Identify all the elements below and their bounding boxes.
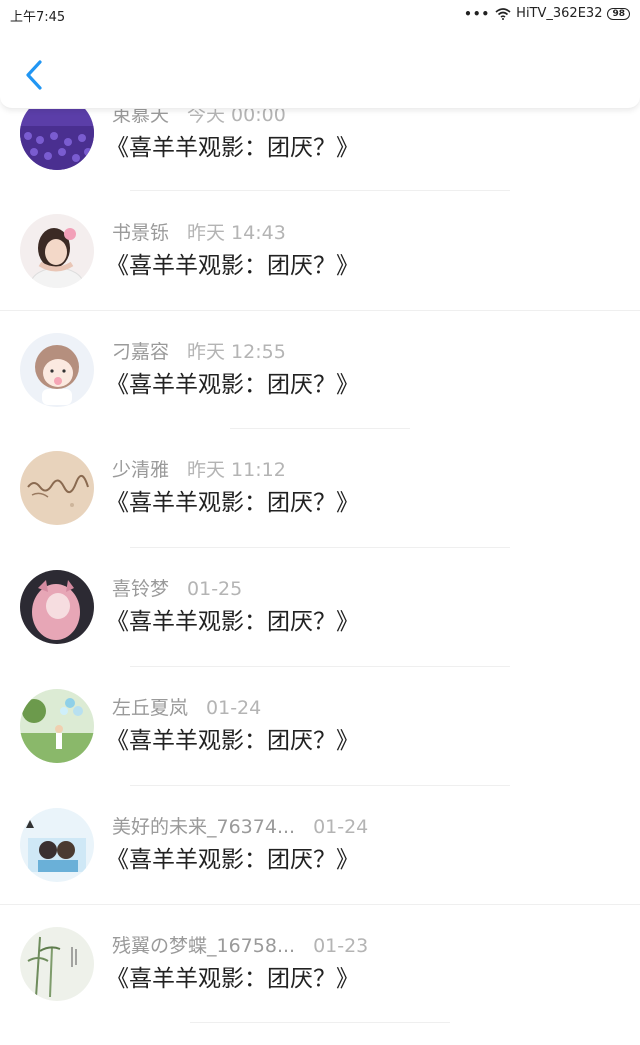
message-text[interactable]: 《喜羊羊观影：团厌？》 (106, 365, 359, 399)
message-text[interactable]: 《喜羊羊观影：团厌？》 (106, 959, 359, 993)
timestamp: 昨天 14:43 (187, 222, 286, 244)
avatar[interactable] (20, 689, 94, 763)
message-text[interactable]: 《喜羊羊观影：团厌？》 (106, 840, 359, 874)
divider (0, 310, 640, 311)
timestamp: 01-24 (313, 816, 369, 838)
timestamp: 昨天 11:12 (187, 459, 286, 481)
list-item[interactable]: 残翼の梦蝶_16758... 01-23 《喜羊羊观影：团厌？》 (0, 927, 640, 1045)
divider (130, 785, 510, 786)
item-meta: 书景铄 昨天 14:43 (112, 218, 286, 245)
item-meta: 刁嘉容 昨天 12:55 (112, 337, 286, 364)
list-item[interactable]: 少清雅 昨天 11:12 《喜羊羊观影：团厌？》 (0, 451, 640, 569)
divider (130, 666, 510, 667)
message-list[interactable]: 束慕天 今天 00:00 《喜羊羊观影：团厌？》 书景铄 昨天 14:43 《喜羊羊… (0, 0, 640, 1024)
more-dots-icon: ••• (464, 6, 491, 21)
item-meta: 左丘夏岚 01-24 (112, 693, 261, 720)
wifi-icon (495, 7, 511, 20)
message-text[interactable]: 《喜羊羊观影：团厌？》 (106, 721, 359, 755)
list-item[interactable]: 束慕天 今天 00:00 《喜羊羊观影：团厌？》 (0, 96, 640, 214)
message-text[interactable]: 《喜羊羊观影：团厌？》 (106, 602, 359, 636)
divider (230, 428, 410, 429)
item-meta: 美好的未来_76374... 01-24 (112, 812, 368, 839)
avatar[interactable] (20, 451, 94, 525)
divider (130, 190, 510, 191)
avatar[interactable] (20, 333, 94, 407)
username[interactable]: 书景铄 (112, 222, 169, 244)
list-item[interactable]: 美好的未来_76374... 01-24 《喜羊羊观影：团厌？》 (0, 808, 640, 926)
username[interactable]: 刁嘉容 (112, 341, 169, 363)
list-item[interactable]: 左丘夏岚 01-24 《喜羊羊观影：团厌？》 (0, 689, 640, 807)
list-item[interactable]: 刁嘉容 昨天 12:55 《喜羊羊观影：团厌？》 (0, 333, 640, 451)
divider (0, 904, 640, 905)
list-item[interactable]: 书景铄 昨天 14:43 《喜羊羊观影：团厌？》 (0, 214, 640, 332)
message-text[interactable]: 《喜羊羊观影：团厌？》 (106, 128, 359, 162)
status-indicators: ••• HiTV_362E32 98 (464, 6, 630, 21)
message-text[interactable]: 《喜羊羊观影：团厌？》 (106, 246, 359, 280)
timestamp: 01-24 (206, 697, 262, 719)
timestamp: 01-23 (313, 935, 369, 957)
avatar[interactable] (20, 808, 94, 882)
divider (130, 547, 510, 548)
battery-icon: 98 (607, 7, 630, 20)
item-meta: 少清雅 昨天 11:12 (112, 455, 286, 482)
timestamp: 01-25 (187, 578, 243, 600)
list-item[interactable]: 喜铃梦 01-25 《喜羊羊观影：团厌？》 (0, 570, 640, 688)
username[interactable]: 美好的未来_76374... (112, 816, 295, 838)
timestamp: 昨天 12:55 (187, 341, 286, 363)
status-time: 上午7:45 (10, 10, 66, 25)
avatar[interactable] (20, 927, 94, 1001)
divider (190, 1022, 450, 1023)
network-name: HiTV_362E32 (516, 6, 603, 21)
avatar[interactable] (20, 570, 94, 644)
item-meta: 喜铃梦 01-25 (112, 574, 242, 601)
username[interactable]: 少清雅 (112, 459, 169, 481)
username[interactable]: 喜铃梦 (112, 578, 169, 600)
username[interactable]: 左丘夏岚 (112, 697, 188, 719)
chevron-left-icon (26, 60, 42, 90)
username[interactable]: 残翼の梦蝶_16758... (112, 935, 295, 957)
avatar[interactable] (20, 214, 94, 288)
status-bar: 上午7:45 ••• HiTV_362E32 98 (0, 0, 640, 30)
message-text[interactable]: 《喜羊羊观影：团厌？》 (106, 483, 359, 517)
item-meta: 残翼の梦蝶_16758... 01-23 (112, 931, 368, 958)
back-button[interactable] (18, 56, 54, 96)
